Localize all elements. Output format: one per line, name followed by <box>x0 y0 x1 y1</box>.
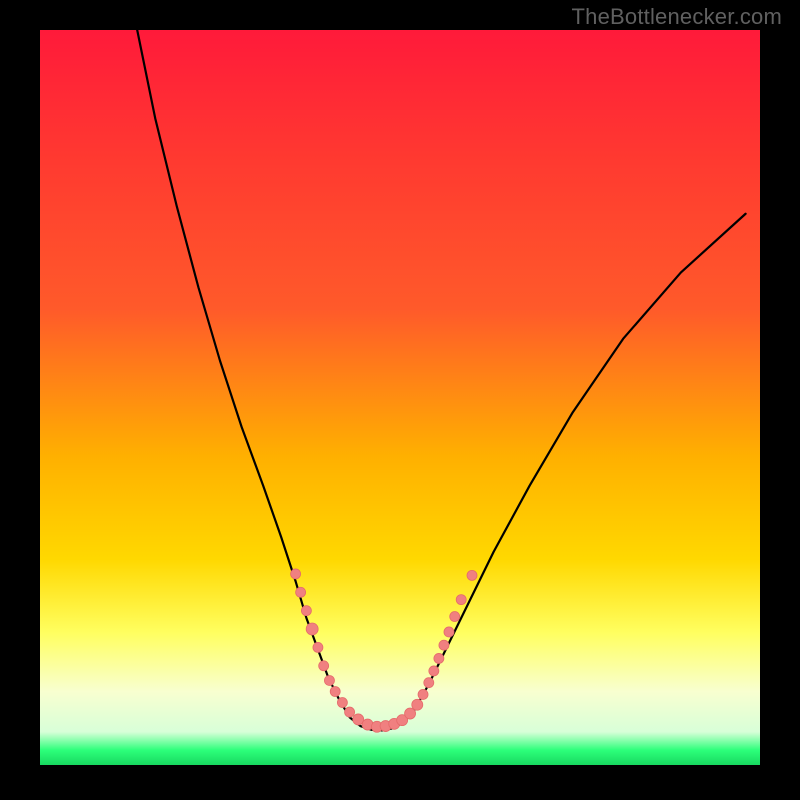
plot-area <box>40 30 760 765</box>
data-point <box>296 587 306 597</box>
data-point <box>444 627 454 637</box>
data-point <box>450 612 460 622</box>
data-point <box>345 707 355 717</box>
data-point <box>418 689 428 699</box>
data-point <box>324 675 334 685</box>
data-point <box>412 699 423 710</box>
data-point <box>291 569 301 579</box>
data-point <box>434 653 444 663</box>
data-point <box>337 698 347 708</box>
data-point <box>313 642 323 652</box>
data-point <box>301 606 311 616</box>
data-point <box>429 666 439 676</box>
data-point <box>405 708 416 719</box>
data-point <box>424 678 434 688</box>
data-point <box>306 623 318 635</box>
chart-svg <box>0 0 800 800</box>
watermark-text: TheBottlenecker.com <box>572 4 782 30</box>
data-point <box>467 570 477 580</box>
bottleneck-chart: TheBottlenecker.com <box>0 0 800 800</box>
data-point <box>319 661 329 671</box>
data-point <box>439 640 449 650</box>
data-point <box>330 687 340 697</box>
data-point <box>456 595 466 605</box>
